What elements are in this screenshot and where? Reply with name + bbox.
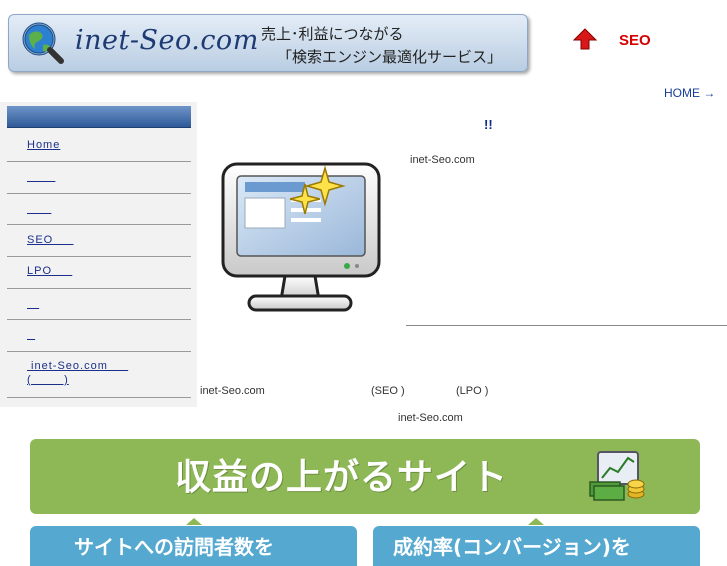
monitor-sparkle-icon bbox=[221, 162, 381, 312]
sidebar-item-home[interactable]: Home bbox=[7, 128, 191, 162]
home-link[interactable]: HOME → bbox=[664, 86, 715, 100]
seo-label[interactable]: SEO bbox=[619, 32, 651, 49]
sidebar-link-sub[interactable]: ( ) bbox=[27, 374, 69, 386]
header-banner[interactable]: inet-Seo.com 売上･利益につながる 「検索エンジン最適化サービス」 bbox=[8, 14, 528, 72]
sidebar-link[interactable]: Home bbox=[27, 139, 60, 151]
sidebar-item-inet[interactable]: inet-Seo.com ( ) bbox=[7, 351, 191, 398]
main-headline: !! bbox=[484, 117, 493, 132]
arrow-up-left bbox=[186, 518, 202, 525]
content-divider bbox=[406, 325, 727, 326]
para-inet: inet-Seo.com bbox=[200, 385, 265, 397]
sidebar-header-bar bbox=[7, 106, 191, 128]
visitors-box: サイトへの訪問者数を bbox=[30, 526, 357, 566]
conversion-box: 成約率(コンバージョン)を bbox=[373, 526, 700, 566]
sidebar-link[interactable]: LPO bbox=[27, 265, 72, 277]
visitors-box-text: サイトへの訪問者数を bbox=[74, 535, 274, 559]
red-up-arrow-icon bbox=[573, 28, 597, 50]
sidebar-link[interactable] bbox=[27, 171, 55, 183]
para-seo: (SEO ) bbox=[371, 385, 405, 397]
arrow-up-right bbox=[528, 518, 544, 525]
sidebar-item-3[interactable] bbox=[7, 193, 191, 225]
revenue-banner-title: 収益の上がるサイト bbox=[175, 457, 509, 498]
logo-text: inet-Seo.com bbox=[75, 25, 259, 56]
tagline-line2: 「検索エンジン最適化サービス」 bbox=[277, 48, 503, 66]
para-lpo: (LPO ) bbox=[456, 385, 489, 397]
sidebar-item-seo[interactable]: SEO bbox=[7, 224, 191, 257]
sidebar-link[interactable] bbox=[27, 298, 39, 310]
sidebar-item-7[interactable] bbox=[7, 319, 191, 352]
sidebar-link[interactable]: SEO bbox=[27, 234, 74, 246]
sidebar-link[interactable]: inet-Seo.com bbox=[27, 360, 128, 372]
tagline-line1: 売上･利益につながる bbox=[261, 25, 404, 43]
sidebar-item-lpo[interactable]: LPO bbox=[7, 256, 191, 289]
intro-text: inet-Seo.com bbox=[410, 154, 475, 166]
sidebar-link[interactable] bbox=[27, 329, 35, 341]
money-chart-icon bbox=[589, 451, 645, 501]
sidebar-item-6[interactable] bbox=[7, 288, 191, 320]
para-inet-2: inet-Seo.com bbox=[398, 412, 463, 424]
conversion-box-text: 成約率(コンバージョン)を bbox=[393, 535, 631, 559]
globe-magnifier-icon bbox=[22, 22, 64, 64]
sidebar-link[interactable] bbox=[27, 203, 51, 215]
sidebar-item-2[interactable] bbox=[7, 161, 191, 194]
